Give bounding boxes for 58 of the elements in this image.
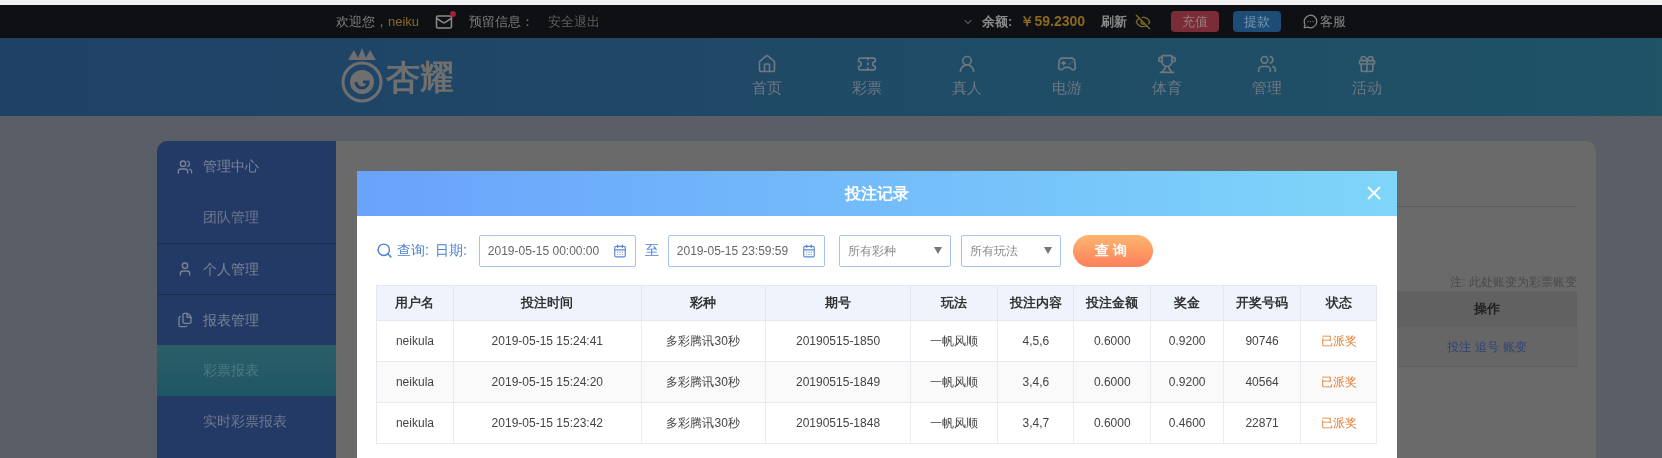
greeting-text: 欢迎您， — [336, 12, 388, 31]
nav-item[interactable]: 体育 — [1117, 54, 1217, 100]
nav-item[interactable]: 彩票 — [817, 54, 917, 100]
person-icon — [957, 54, 977, 75]
sidebar-section-header[interactable]: 管理中心 — [157, 141, 336, 192]
users-icon — [177, 158, 193, 175]
dropdown-arrow-icon — [933, 247, 942, 254]
table-cell: 22871 — [1224, 403, 1302, 444]
dialog-title: 投注记录 — [845, 183, 909, 204]
mail-icon[interactable] — [435, 12, 454, 31]
nav-item[interactable]: 真人 — [917, 54, 1017, 100]
calendar-icon — [612, 243, 627, 258]
home-icon — [757, 54, 777, 75]
nav-item[interactable]: 首页 — [717, 54, 817, 100]
sidebar-item[interactable]: 团队管理 — [157, 192, 336, 243]
sidebar-section-header[interactable]: 个人管理 — [157, 243, 336, 294]
end-date-field[interactable]: 2019-05-15 23:59:59 — [667, 234, 825, 267]
table-cell: 20190515-1848 — [765, 403, 912, 444]
dropdown-arrow-icon — [1043, 247, 1052, 254]
date-label: 日期: — [434, 241, 467, 260]
table-cell: 0.6000 — [1074, 403, 1152, 444]
document-icon — [177, 312, 193, 328]
refresh-link[interactable]: 刷新 — [1101, 11, 1128, 32]
user-icon — [177, 261, 193, 277]
lottery-select[interactable]: 所有彩种 — [838, 234, 951, 267]
table-cell: 2019-05-15 15:23:42 — [453, 403, 642, 444]
table-cell: neikula — [377, 403, 454, 444]
chat-icon[interactable] — [1303, 14, 1319, 29]
eye-off-icon[interactable] — [1135, 13, 1152, 30]
balance-value: ￥59.2300 — [1020, 12, 1086, 31]
gift-icon — [1357, 54, 1377, 75]
sidebar-item[interactable]: 实时彩票报表 — [157, 396, 336, 447]
table-cell: 3,4,7 — [998, 403, 1075, 444]
calendar-icon — [801, 243, 816, 258]
reserved-info-label: 预留信息： — [469, 12, 535, 31]
nav-item[interactable]: 管理 — [1217, 54, 1317, 100]
trophy-icon — [1157, 54, 1177, 75]
logout-link[interactable]: 安全退出 — [548, 11, 601, 32]
table-cell: 一帆风顺 — [911, 403, 999, 444]
search-icon — [376, 242, 393, 259]
table-cell: 0.4600 — [1151, 403, 1225, 444]
deposit-button[interactable]: 充值 — [1171, 11, 1220, 32]
username-link[interactable]: neiku — [388, 11, 420, 32]
withdraw-button[interactable]: 提款 — [1233, 11, 1282, 32]
separator-text: 至 — [644, 241, 659, 260]
start-date-field[interactable]: 2019-05-15 00:00:00 — [478, 234, 636, 267]
table-header: 操作 — [1397, 291, 1577, 327]
logo-text: 杏耀 — [386, 57, 455, 98]
nav-item[interactable]: 电游 — [1017, 54, 1117, 100]
nav-item[interactable]: 活动 — [1317, 54, 1417, 100]
play-select[interactable]: 所有玩法 — [960, 234, 1061, 267]
query-label: 查询: — [397, 241, 429, 260]
query-button[interactable]: 查询 — [1072, 234, 1153, 267]
balance-label: 余额: — [982, 12, 1013, 31]
users-icon — [1257, 54, 1277, 75]
table-cell: 多彩腾讯30秒 — [641, 403, 766, 444]
support-link[interactable]: 客服 — [1320, 11, 1347, 32]
status-text: 已派奖 — [1301, 403, 1377, 444]
